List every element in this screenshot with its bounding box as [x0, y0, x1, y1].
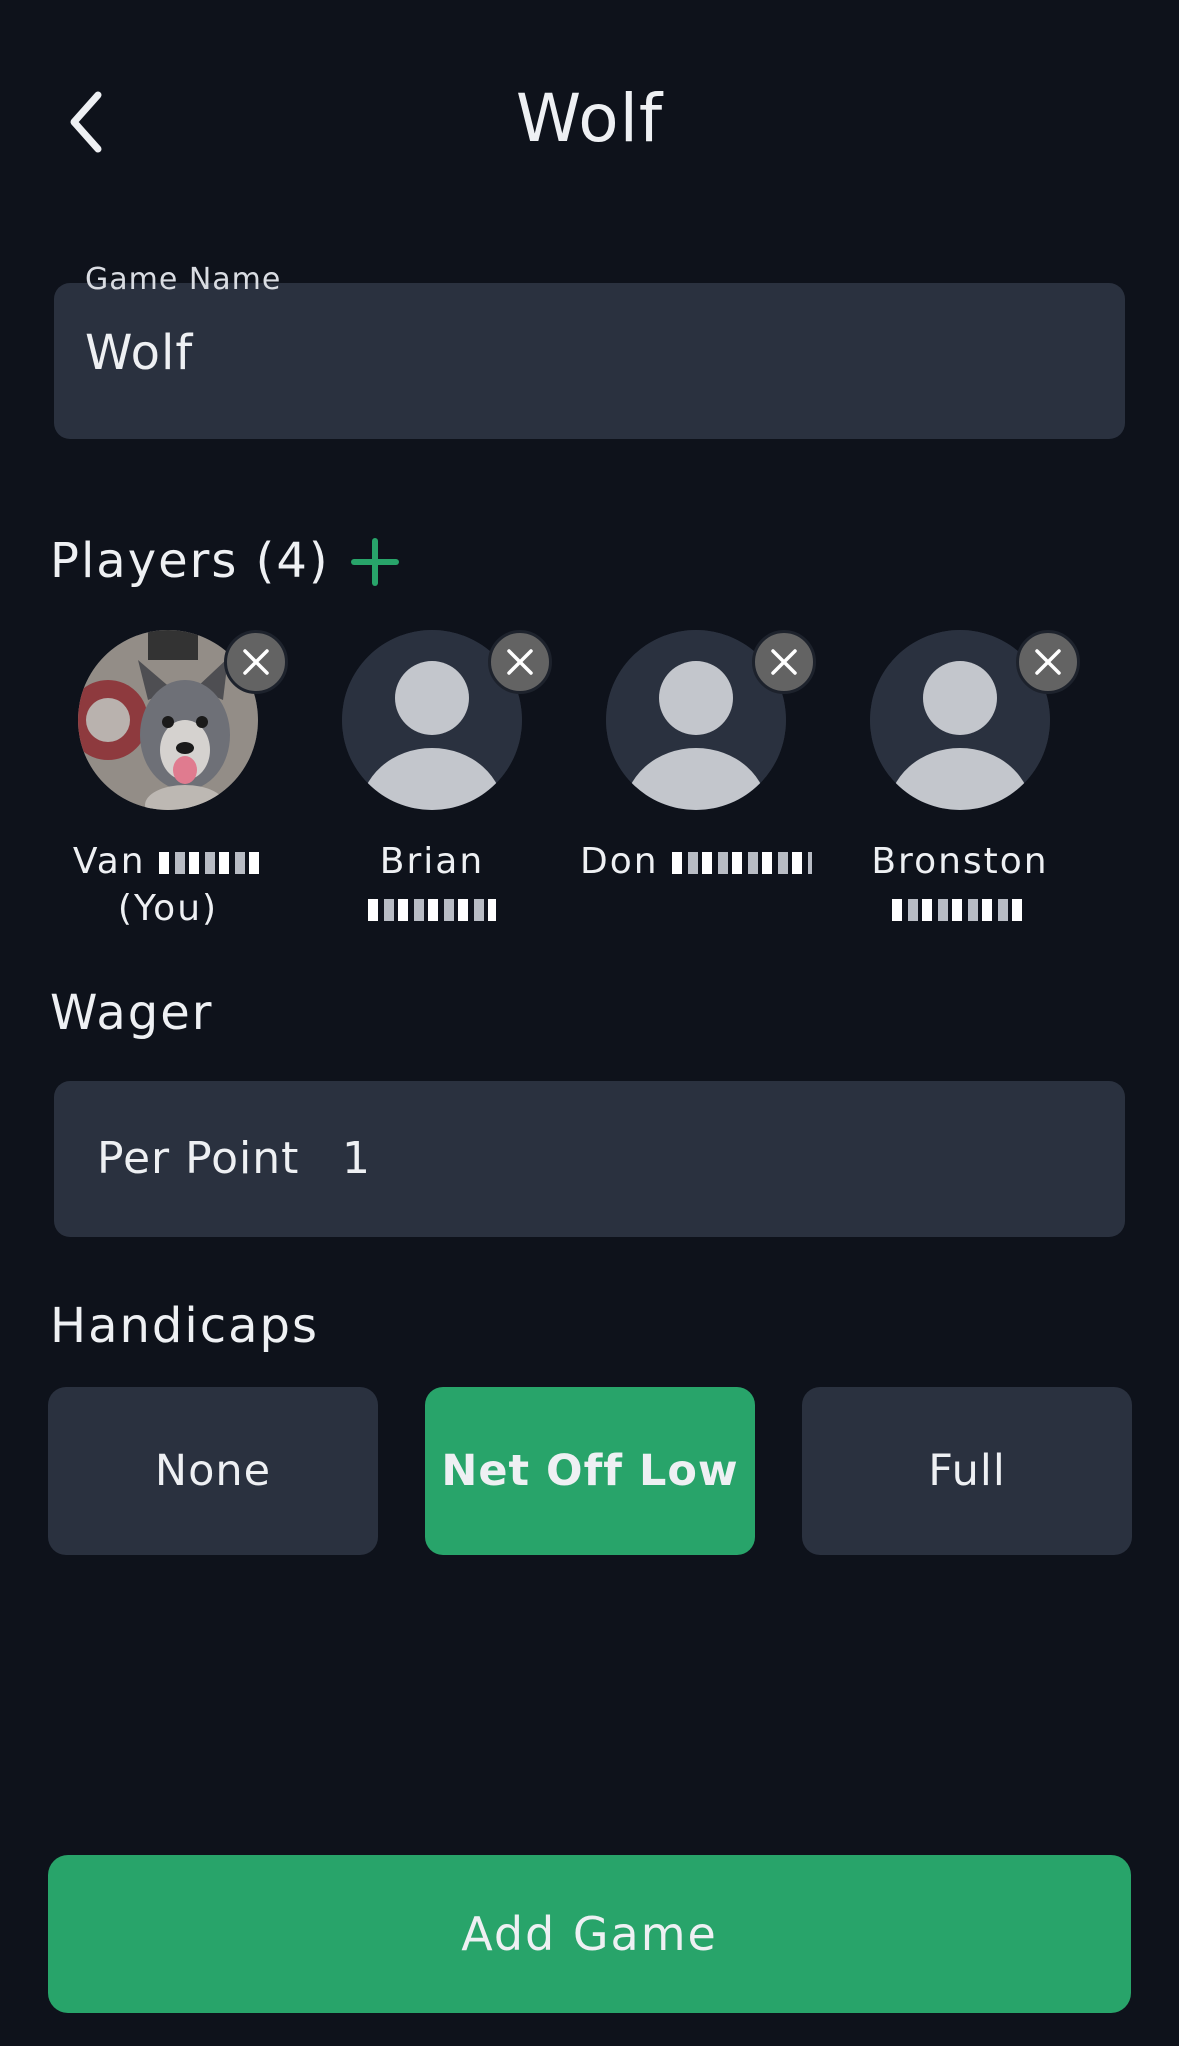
page-title: Wolf: [515, 80, 664, 157]
player-card: Don: [564, 630, 828, 885]
player-card: Brian: [300, 630, 564, 932]
redacted-text: [159, 852, 264, 874]
redacted-text: [672, 852, 812, 874]
player-first-name: Bronston: [871, 841, 1049, 882]
per-point-value[interactable]: 1: [342, 1133, 370, 1184]
close-icon: [771, 649, 797, 675]
player-first-name: Van: [72, 841, 146, 882]
remove-player-button[interactable]: [488, 630, 552, 694]
handicaps-heading: Handicaps: [50, 1298, 320, 1354]
handicap-option-full[interactable]: Full: [802, 1387, 1132, 1555]
remove-player-button[interactable]: [752, 630, 816, 694]
player-first-name: Brian: [379, 841, 485, 882]
handicap-option-net-off-low[interactable]: Net Off Low: [425, 1387, 755, 1555]
per-point-label: Per Point: [97, 1133, 300, 1184]
remove-player-button[interactable]: [1016, 630, 1080, 694]
plus-icon: [351, 538, 399, 586]
player-card: Bronston: [828, 630, 1092, 932]
remove-player-button[interactable]: [224, 630, 288, 694]
player-name: Don: [564, 838, 828, 885]
player-name: Van (You): [36, 838, 300, 932]
wager-field[interactable]: Per Point 1: [54, 1081, 1125, 1237]
redacted-text: [368, 899, 496, 921]
close-icon: [243, 649, 269, 675]
player-card: Van (You): [36, 630, 300, 932]
close-icon: [507, 649, 533, 675]
player-first-name: Don: [579, 841, 659, 882]
player-name: Brian: [300, 838, 564, 932]
close-icon: [1035, 649, 1061, 675]
redacted-text: [892, 899, 1028, 921]
game-name-field[interactable]: [54, 283, 1125, 439]
add-player-button[interactable]: [350, 537, 400, 587]
game-name-label: Game Name: [85, 262, 282, 297]
players-heading: Players (4): [50, 533, 330, 589]
game-name-input[interactable]: [85, 325, 1075, 381]
player-name: Bronston: [828, 838, 1092, 932]
handicap-option-none[interactable]: None: [48, 1387, 378, 1555]
add-game-screen: Wolf Game Name Players (4): [0, 0, 1179, 2046]
player-you-label: (You): [117, 888, 219, 929]
add-game-button[interactable]: Add Game: [48, 1855, 1131, 2013]
wager-heading: Wager: [50, 985, 214, 1041]
